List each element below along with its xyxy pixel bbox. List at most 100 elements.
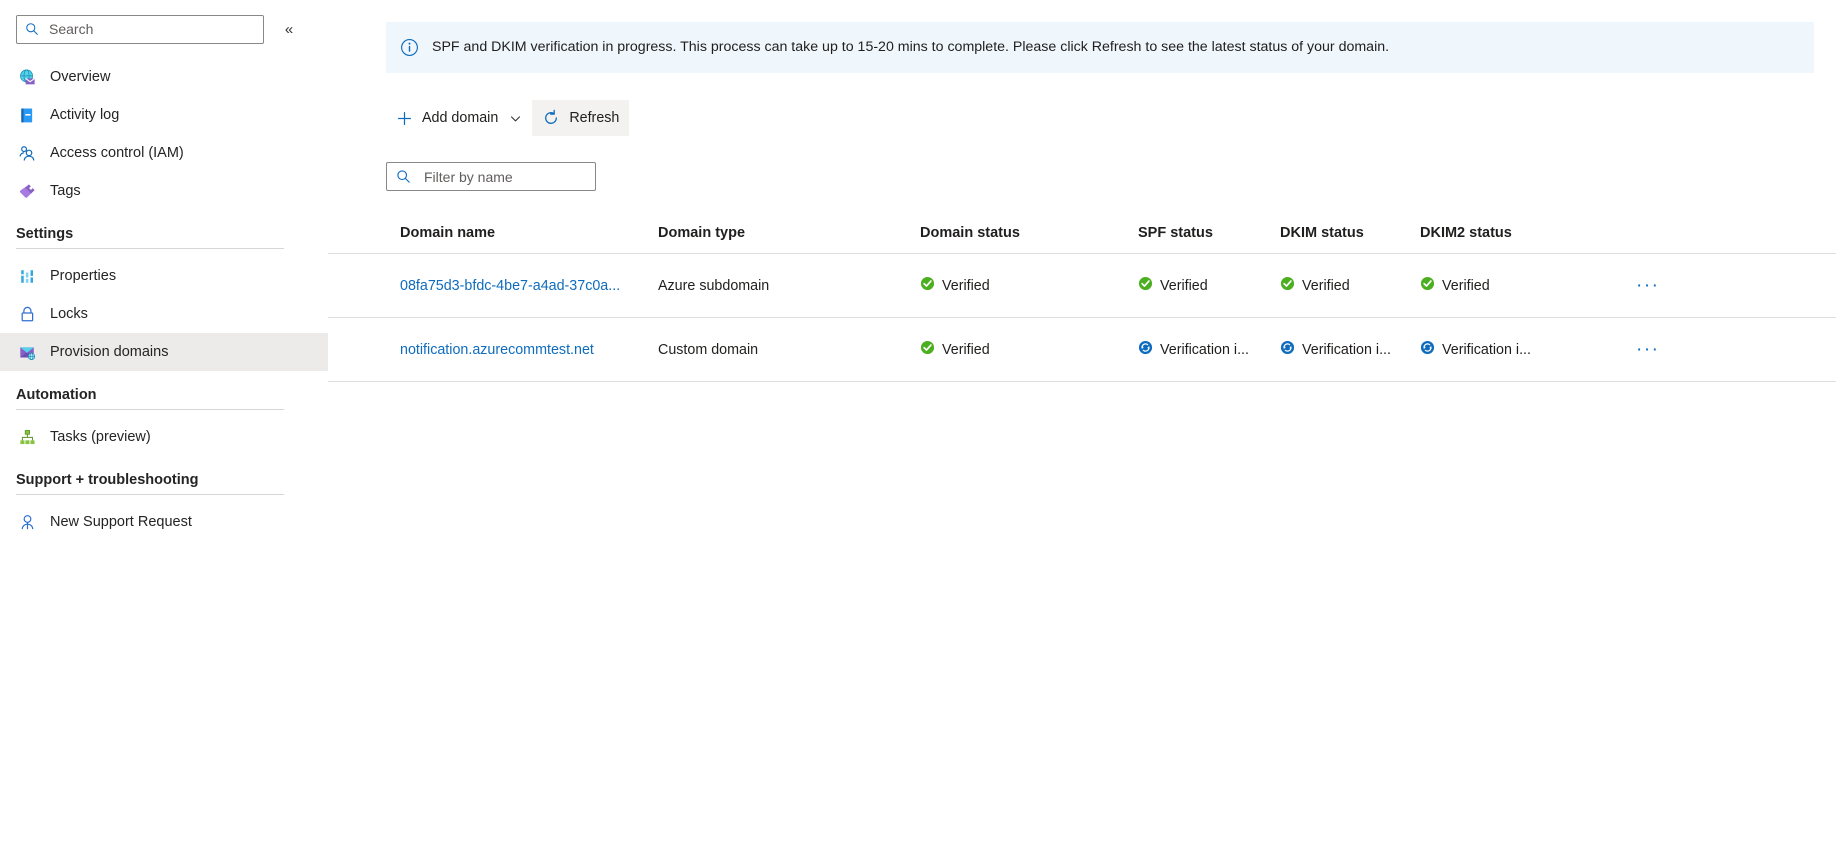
table-row[interactable]: notification.azurecommtest.net Custom do… (328, 318, 1836, 382)
info-circle-icon (400, 38, 420, 57)
people-icon (16, 143, 38, 163)
cell-domain-status: Verified (920, 340, 1138, 359)
table-row[interactable]: 08fa75d3-bfdc-4be7-a4ad-37c0a... Azure s… (328, 254, 1836, 318)
sidebar-group-settings: Settings Properties Locks Provision doma… (0, 226, 328, 371)
plus-icon (396, 110, 413, 127)
sidebar-item-activity-log[interactable]: Activity log (0, 96, 328, 134)
refresh-circle-icon (542, 109, 560, 127)
sidebar-item-label: Tags (50, 183, 81, 199)
status-text: Verified (1160, 277, 1208, 294)
filter-wrapper (386, 162, 596, 191)
sidebar-item-label: Access control (IAM) (50, 145, 184, 161)
column-header-dkim-status[interactable]: DKIM status (1280, 225, 1420, 241)
lock-icon (16, 304, 38, 324)
activity-log-icon (16, 105, 38, 125)
add-domain-label: Add domain (422, 110, 499, 126)
sidebar-search-row: « (0, 14, 328, 44)
status-text: Verified (1442, 277, 1490, 294)
sidebar-group-title: Support + troubleshooting (16, 472, 199, 488)
sidebar-item-access-control[interactable]: Access control (IAM) (0, 134, 328, 172)
cell-domain-type: Azure subdomain (658, 277, 770, 294)
status-text: Verified (1302, 277, 1350, 294)
status-text: Verification i... (1160, 341, 1249, 358)
in-progress-refresh-icon (1280, 340, 1295, 359)
column-header-domain-name[interactable]: Domain name (400, 225, 658, 241)
status-text: Verified (942, 277, 990, 294)
refresh-button[interactable]: Refresh (532, 100, 630, 136)
verified-check-icon (1280, 276, 1295, 295)
domains-table: Domain name Domain type Domain status SP… (328, 212, 1836, 382)
tasks-icon (16, 427, 38, 447)
column-header-domain-status[interactable]: Domain status (920, 225, 1138, 241)
cell-domain-type: Custom domain (658, 341, 759, 358)
domain-name-link[interactable]: notification.azurecommtest.net (400, 342, 594, 358)
in-progress-refresh-icon (1420, 340, 1435, 359)
cell-dkim2-status: Verification i... (1420, 340, 1588, 359)
search-input[interactable] (47, 20, 255, 38)
add-domain-button[interactable]: Add domain (386, 100, 532, 136)
sidebar-group-title: Automation (16, 387, 97, 403)
sidebar-item-provision-domains[interactable]: Provision domains (0, 333, 328, 371)
table-header-row: Domain name Domain type Domain status SP… (328, 212, 1836, 254)
refresh-label: Refresh (569, 110, 620, 126)
column-header-spf-status[interactable]: SPF status (1138, 225, 1280, 241)
command-toolbar: Add domain Refresh (386, 100, 630, 136)
email-globe-icon (16, 67, 38, 87)
sidebar-item-locks[interactable]: Locks (0, 295, 328, 333)
verified-check-icon (920, 276, 935, 295)
row-more-menu-button[interactable]: ··· (1630, 277, 1665, 295)
column-header-dkim2-status[interactable]: DKIM2 status (1420, 225, 1588, 241)
sidebar-item-overview[interactable]: Overview (0, 58, 328, 96)
search-box[interactable] (16, 14, 264, 44)
cell-spf-status: Verified (1138, 276, 1280, 295)
sidebar-item-tasks[interactable]: Tasks (preview) (0, 418, 328, 456)
sidebar-item-label: New Support Request (50, 514, 192, 530)
sidebar-item-tags[interactable]: Tags (0, 172, 328, 210)
sidebar-group-title: Settings (16, 226, 74, 242)
in-progress-refresh-icon (1138, 340, 1153, 359)
cell-actions: ··· (1588, 341, 1828, 359)
filter-box[interactable] (386, 162, 596, 191)
info-banner: SPF and DKIM verification in progress. T… (386, 22, 1814, 73)
chevron-down-icon[interactable] (509, 112, 522, 125)
cell-dkim-status: Verification i... (1280, 340, 1420, 359)
cell-dkim2-status: Verified (1420, 276, 1588, 295)
sidebar-group-divider (16, 248, 284, 249)
filter-input[interactable] (422, 167, 586, 186)
tag-icon (16, 181, 38, 201)
status-text: Verification i... (1442, 341, 1531, 358)
sidebar-item-label: Properties (50, 268, 117, 284)
sidebar-item-properties[interactable]: Properties (0, 257, 328, 295)
domain-name-link[interactable]: 08fa75d3-bfdc-4be7-a4ad-37c0a... (400, 278, 620, 294)
cell-dkim-status: Verified (1280, 276, 1420, 295)
collapse-sidebar-button[interactable]: « (278, 18, 300, 40)
support-person-icon (16, 512, 38, 532)
cell-domain-name: 08fa75d3-bfdc-4be7-a4ad-37c0a... (400, 278, 658, 294)
cell-actions: ··· (1588, 277, 1828, 295)
verified-check-icon (1138, 276, 1153, 295)
sidebar-group-divider (16, 494, 284, 495)
properties-icon (16, 266, 38, 286)
sidebar-group-divider (16, 409, 284, 410)
main-content: SPF and DKIM verification in progress. T… (328, 0, 1836, 860)
cell-domain-name: notification.azurecommtest.net (400, 342, 658, 358)
search-icon (25, 22, 39, 36)
sidebar-item-label: Locks (50, 306, 88, 322)
verified-check-icon (1420, 276, 1435, 295)
cell-domain-status: Verified (920, 276, 1138, 295)
sidebar: « Overview (0, 0, 328, 860)
cell-spf-status: Verification i... (1138, 340, 1280, 359)
info-banner-text: SPF and DKIM verification in progress. T… (432, 38, 1390, 55)
column-header-domain-type[interactable]: Domain type (658, 225, 920, 241)
sidebar-item-new-support-request[interactable]: New Support Request (0, 503, 328, 541)
status-text: Verified (942, 341, 990, 358)
row-more-menu-button[interactable]: ··· (1630, 341, 1665, 359)
search-icon (396, 169, 411, 184)
provision-domains-icon (16, 342, 38, 362)
sidebar-item-label: Activity log (50, 107, 120, 123)
sidebar-group-support: Support + troubleshooting New Support Re… (0, 472, 328, 541)
verified-check-icon (920, 340, 935, 359)
sidebar-item-label: Provision domains (50, 344, 169, 360)
status-text: Verification i... (1302, 341, 1391, 358)
sidebar-item-label: Overview (50, 69, 111, 85)
